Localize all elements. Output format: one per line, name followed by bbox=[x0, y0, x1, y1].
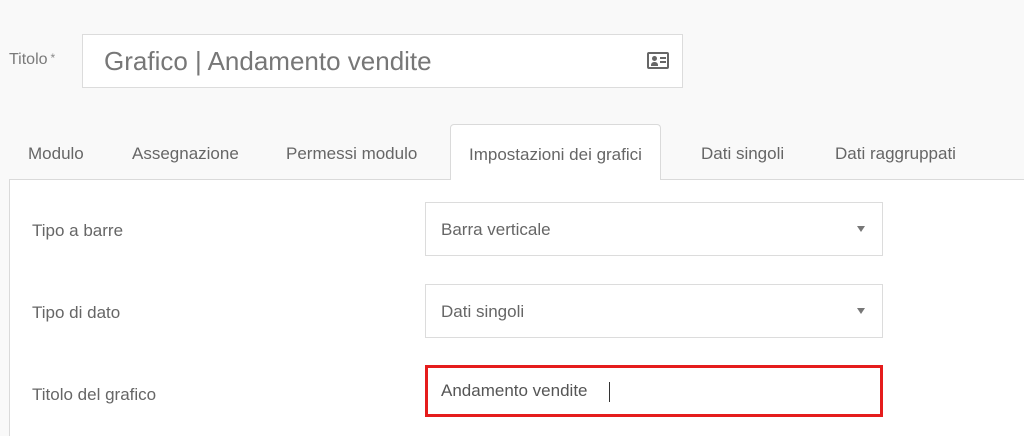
data-type-label: Tipo di dato bbox=[32, 303, 121, 322]
caret-down-icon bbox=[857, 226, 865, 232]
title-label-text: Titolo bbox=[9, 51, 48, 68]
title-field[interactable] bbox=[82, 34, 683, 88]
title-input[interactable] bbox=[104, 35, 624, 87]
text-cursor bbox=[609, 382, 610, 402]
caret-down-icon bbox=[857, 308, 865, 314]
chart-title-field[interactable] bbox=[425, 365, 883, 417]
data-type-value: Dati singoli bbox=[441, 302, 525, 321]
tab-bar: Modulo Assegnazione Permessi modulo Impo… bbox=[9, 124, 1024, 181]
bar-type-value: Barra verticale bbox=[441, 220, 551, 239]
tab-dati-raggruppati[interactable]: Dati raggruppati bbox=[835, 124, 956, 180]
data-type-select[interactable]: Dati singoli bbox=[425, 284, 883, 338]
tab-modulo[interactable]: Modulo bbox=[28, 124, 84, 180]
bar-type-select[interactable]: Barra verticale bbox=[425, 202, 883, 256]
tab-permessi-modulo[interactable]: Permessi modulo bbox=[286, 124, 417, 180]
tab-dati-singoli[interactable]: Dati singoli bbox=[701, 124, 784, 180]
title-label: Titolo * bbox=[9, 51, 55, 69]
chart-settings-panel: Tipo a barre Barra verticale Tipo di dat… bbox=[9, 180, 1024, 436]
form-page: Titolo* Modulo Assegnazione Permessi mod… bbox=[0, 0, 1024, 436]
tab-assegnazione[interactable]: Assegnazione bbox=[132, 124, 239, 180]
chart-title-label: Titolo del grafico bbox=[32, 385, 157, 404]
required-mark: * bbox=[50, 51, 56, 65]
chart-title-input[interactable] bbox=[441, 368, 861, 414]
bar-type-label: Tipo a barre bbox=[32, 221, 124, 240]
tab-impostazioni-grafici[interactable]: Impostazioni dei grafici bbox=[450, 124, 661, 181]
id-card-icon[interactable] bbox=[647, 52, 669, 69]
